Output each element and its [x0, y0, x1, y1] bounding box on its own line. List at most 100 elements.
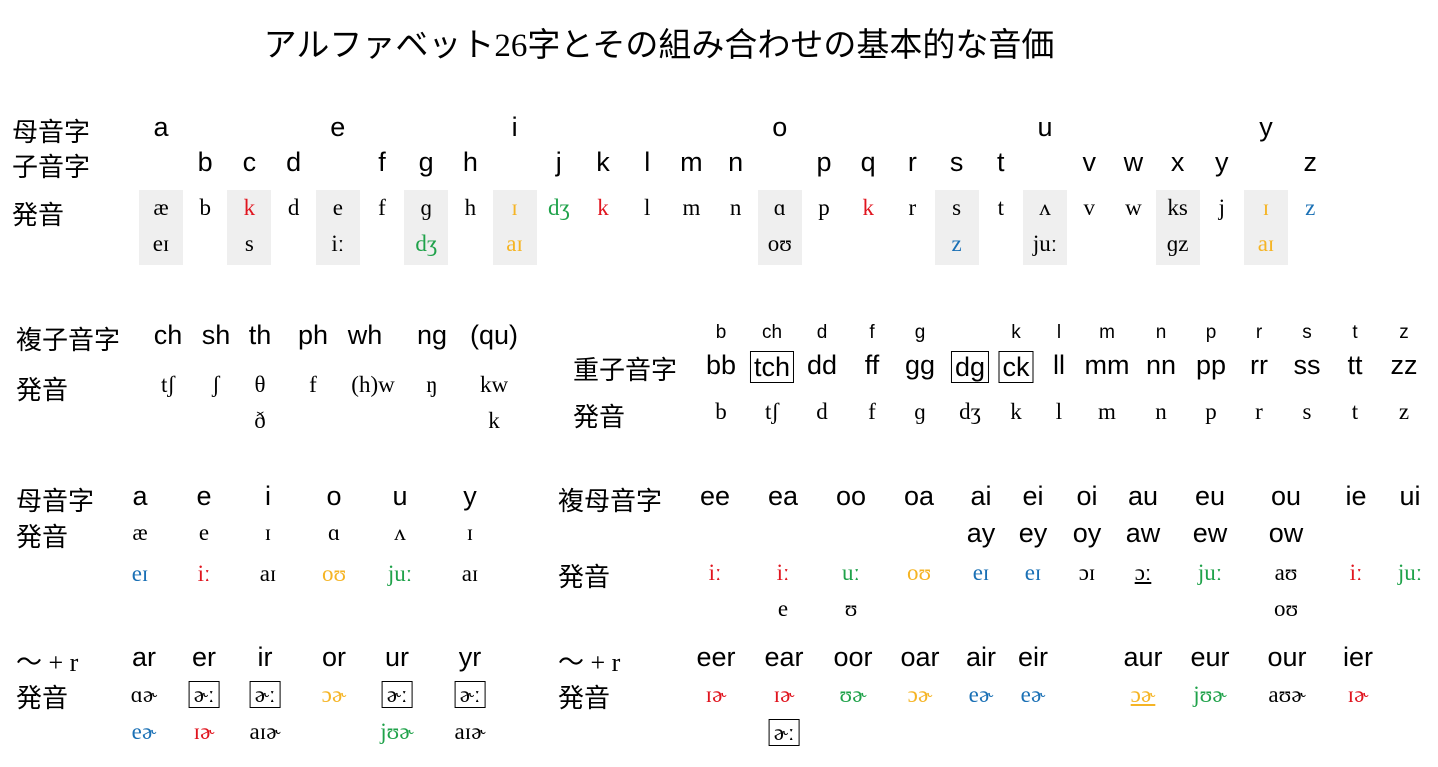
ipa-symbol: m — [1098, 399, 1116, 424]
single-letter-hint: p — [1205, 322, 1217, 343]
ipa-symbol: l — [1055, 399, 1063, 424]
double-letters: ss — [1293, 350, 1321, 380]
consonant-letter: y — [1215, 147, 1229, 177]
vowel-letter: u — [1037, 112, 1053, 142]
vowel-digraph-alt-letters: ow — [1268, 518, 1304, 548]
ipa-short: ɪ — [264, 520, 272, 545]
vowel-digraphs-label: 複母音字 — [558, 487, 663, 516]
ipa-symbol: f — [378, 195, 386, 220]
single-letter-hint: z — [1399, 322, 1409, 343]
ipa-symbol: r — [908, 195, 917, 220]
ipa-symbol: ɔː — [1134, 560, 1152, 585]
double-consonants-label: 重子音字 — [573, 356, 678, 385]
ipa-long: juː — [387, 561, 413, 586]
r-vowel-digraph-letters: ear — [764, 642, 804, 672]
digraph-letters: ch — [153, 320, 183, 350]
ipa-symbol-alt: ɪɚ — [193, 719, 215, 744]
ipa-symbol: ɔɪ — [1078, 560, 1096, 585]
consonant-letter: s — [949, 147, 964, 177]
ipa-symbol-alt: oʊ — [1273, 596, 1299, 621]
ipa-symbol: aɪ — [506, 231, 523, 256]
ipa-symbol: æ — [153, 195, 169, 220]
ipa-symbol: ɡ — [420, 195, 432, 220]
ipa-symbol: l — [643, 195, 651, 220]
ipa-symbol: d — [287, 195, 300, 220]
ipa-symbol: k — [862, 195, 874, 220]
ipa-symbol: n — [1155, 399, 1167, 424]
single-letter-hint: s — [1302, 322, 1312, 343]
ipa-symbol: ɑɚ — [130, 682, 158, 707]
consonant-letter: n — [728, 147, 744, 177]
consonant-letter: f — [378, 147, 386, 177]
ipa-symbol: eɚ — [1020, 682, 1046, 707]
vowel-letter: i — [511, 112, 518, 142]
ipa-symbol: k — [1010, 399, 1022, 424]
ipa-symbol: p — [818, 195, 830, 220]
vowel-digraphs-pronunciation-label: 発音 — [558, 563, 611, 592]
ipa-symbol: juː — [1197, 560, 1223, 585]
consonant-letter: c — [242, 147, 257, 177]
single-letter-hint: k — [1011, 322, 1021, 343]
ipa-symbol-alt: e — [777, 596, 789, 621]
ipa-symbol: iː — [708, 560, 722, 585]
ipa-symbol: ɡz — [1166, 231, 1189, 256]
digraph-letters: sh — [201, 320, 231, 350]
vowel-digraph-letters: au — [1127, 481, 1159, 511]
single-letter-hint: g — [914, 322, 926, 343]
vowel-letter: y — [463, 481, 477, 511]
vowel-letter: i — [265, 481, 271, 511]
r-vowel-digraph-letters: oar — [900, 642, 940, 672]
consonant-letter: m — [680, 147, 703, 177]
ipa-symbol: ŋ — [426, 372, 438, 397]
consonant-letter: p — [816, 147, 832, 177]
ipa-symbol: (h)w — [351, 372, 395, 397]
ipa-symbol: z — [1398, 399, 1410, 424]
ipa-symbol: eɪ — [1024, 560, 1042, 585]
vowel-letter: e — [196, 481, 212, 511]
ipa-symbol: z — [1305, 195, 1316, 220]
single-letter-hint: d — [816, 322, 828, 343]
ipa-symbol: eɪ — [972, 560, 990, 585]
digraphs-pronunciation-label: 発音 — [16, 376, 69, 405]
consonant-letter: t — [997, 147, 1005, 177]
ipa-symbol: b — [715, 399, 727, 424]
vowel-digraph-alt-letters: ew — [1192, 518, 1228, 548]
ipa-long: eɪ — [131, 561, 149, 586]
ipa-symbol: ɡ — [914, 399, 926, 424]
ipa-symbol: oʊ — [906, 560, 932, 585]
vowels-pronunciation-label: 発音 — [16, 523, 69, 552]
ipa-symbol: aʊɚ — [1268, 682, 1306, 707]
digraph-letters: th — [248, 320, 272, 350]
vowel-digraph-letters: ei — [1022, 481, 1044, 511]
r-vowel-digraph-letters: ier — [1342, 642, 1374, 672]
ipa-symbol: θ — [254, 372, 266, 397]
double-letters: tt — [1347, 350, 1363, 380]
r-vowel-letters: or — [321, 642, 347, 672]
consonant-letter: d — [286, 147, 302, 177]
ipa-symbol: ɪɚ — [773, 682, 795, 707]
doubles-pronunciation-label: 発音 — [573, 403, 626, 432]
r-vowel-letters: ar — [131, 642, 157, 672]
ipa-long: aɪ — [259, 561, 277, 586]
ipa-symbol: ɔɚ — [321, 682, 347, 707]
r-vowel-letters: ir — [257, 642, 273, 672]
consonant-letter: v — [1082, 147, 1096, 177]
r-vowels-pronunciation-label: 発音 — [16, 684, 69, 713]
ipa-symbol: juː — [1032, 231, 1058, 256]
vowel-digraph-letters: oi — [1076, 481, 1098, 511]
ipa-symbol: j — [1218, 195, 1225, 220]
ipa-symbol: z — [951, 231, 962, 256]
ipa-symbol: k — [597, 195, 609, 220]
double-letters: pp — [1195, 350, 1227, 380]
ipa-symbol: ʃ — [212, 372, 220, 397]
consonant-letters-label: 子音字 — [12, 153, 91, 182]
vowel-digraph-letters: ee — [699, 481, 731, 511]
ipa-symbol: dʒ — [415, 231, 438, 256]
ipa-symbol: ks — [1167, 195, 1188, 220]
ipa-short: ʌ — [394, 520, 406, 545]
single-letter-hint: b — [715, 322, 727, 343]
vowel-digraph-letters: oo — [835, 481, 867, 511]
ipa-symbol: jʊɚ — [1193, 682, 1227, 707]
consonant-letter: h — [462, 147, 478, 177]
ipa-long: oʊ — [321, 561, 347, 586]
